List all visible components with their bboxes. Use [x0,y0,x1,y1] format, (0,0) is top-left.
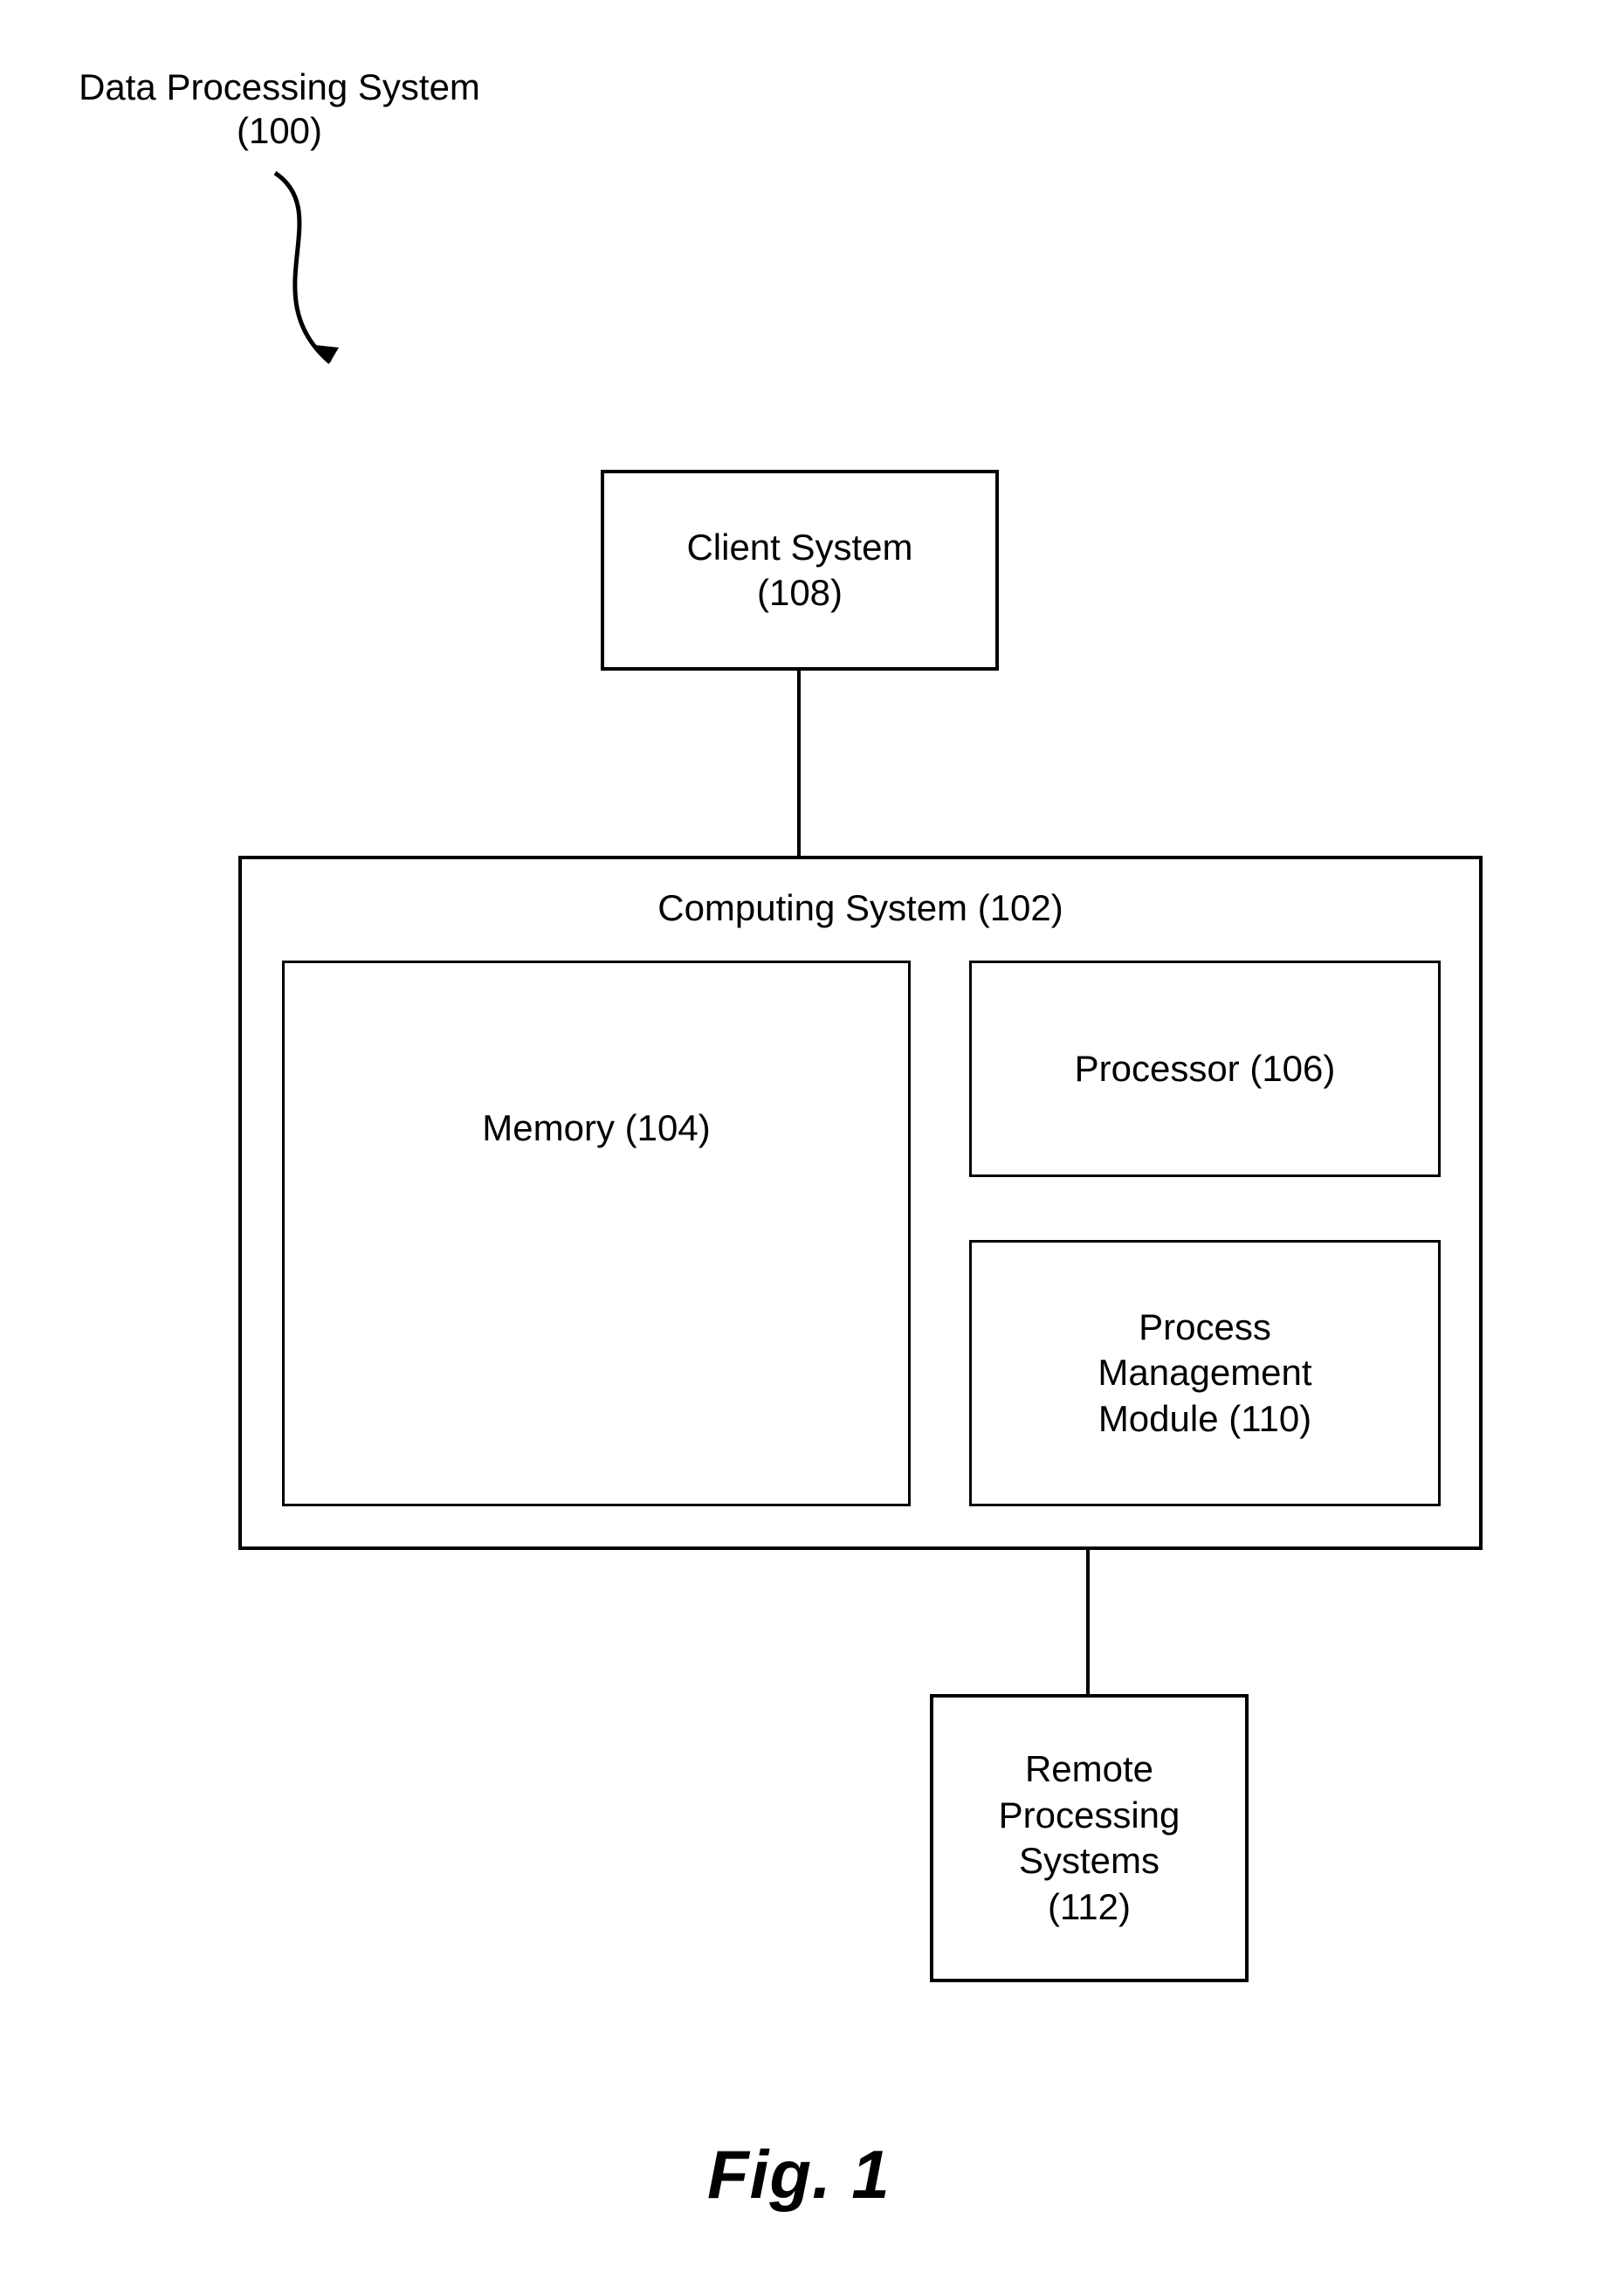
client-system-line1: Client System [686,525,912,571]
remote-line1: Remote [1025,1746,1153,1793]
processor-box: Processor (106) [969,961,1441,1177]
figure-caption: Fig. 1 [707,2135,891,2214]
connector-computing-remote [1086,1550,1090,1694]
pmm-line3: Module (110) [1098,1396,1311,1443]
client-system-line2: (108) [757,570,843,616]
client-system-box: Client System (108) [601,470,999,671]
remote-line4: (112) [1048,1884,1131,1931]
computing-system-title: Computing System (102) [657,885,1063,932]
memory-box: Memory (104) [282,961,911,1506]
title-arrow-icon [253,166,428,393]
remote-line3: Systems [1019,1838,1160,1884]
pmm-line1: Process [1139,1305,1271,1351]
connector-client-computing [797,671,801,856]
processor-label: Processor (106) [1075,1046,1336,1092]
memory-label: Memory (104) [482,1106,710,1152]
system-title-line1: Data Processing System [79,66,480,107]
remote-line2: Processing [999,1793,1180,1839]
system-title-label: Data Processing System (100) [52,65,506,154]
process-management-module-box: Process Management Module (110) [969,1240,1441,1506]
pmm-line2: Management [1098,1350,1311,1396]
remote-processing-systems-box: Remote Processing Systems (112) [930,1694,1249,1982]
diagram-canvas: Data Processing System (100) Client Syst… [0,0,1624,2273]
system-title-line2: (100) [237,110,322,151]
